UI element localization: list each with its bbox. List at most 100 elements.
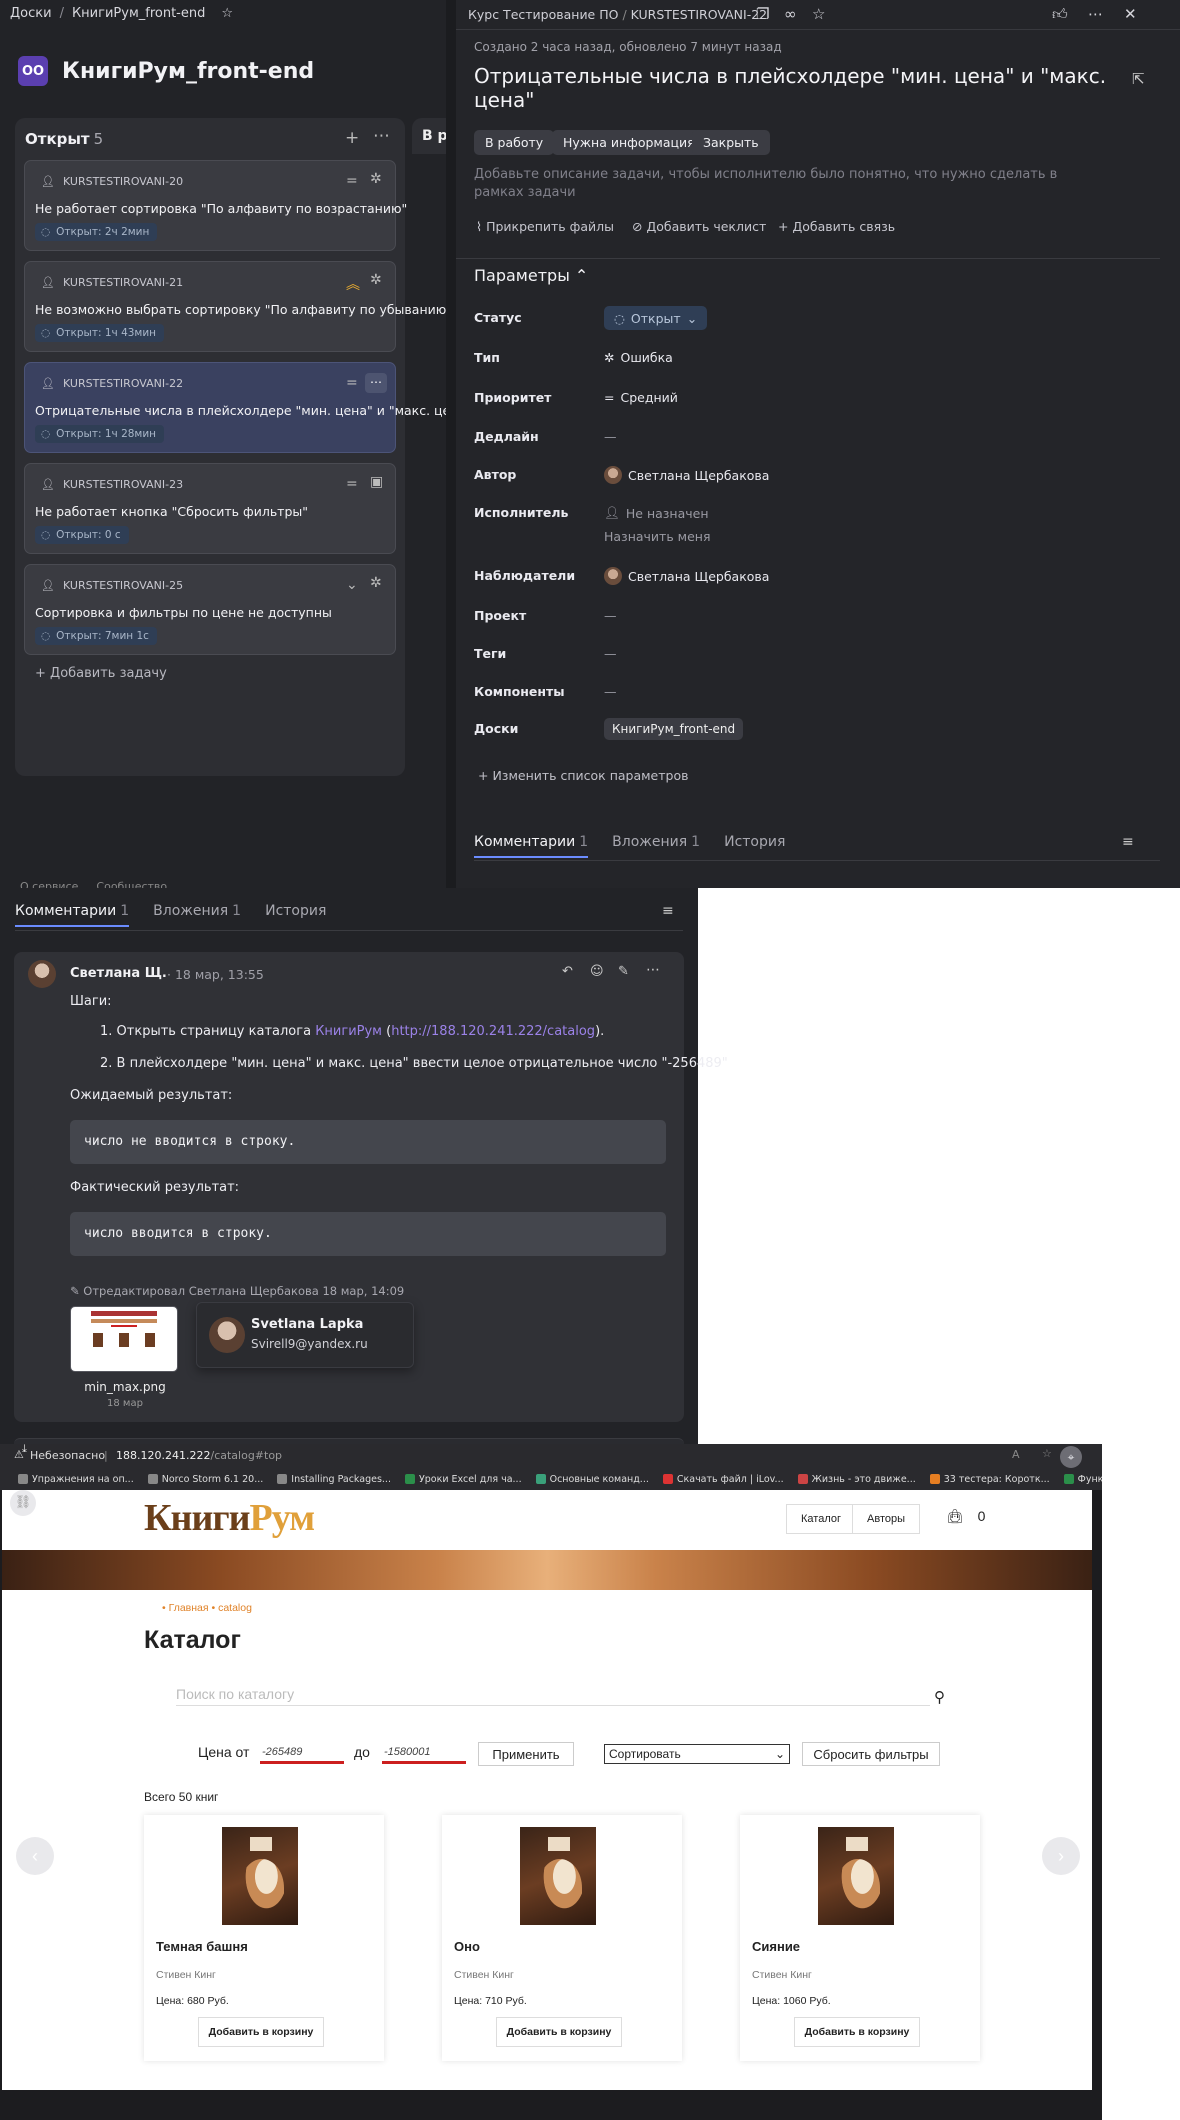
- catalog-link[interactable]: КнигиРум: [315, 1024, 382, 1039]
- bookmark[interactable]: Основные команд...: [535, 1474, 649, 1485]
- crumb-board[interactable]: КнигиРум_front-end: [72, 6, 205, 21]
- add-checklist-button[interactable]: ⊘ Добавить чеклист: [632, 219, 766, 234]
- add-link-button[interactable]: + Добавить связь: [778, 219, 895, 234]
- more-icon[interactable]: ⋯: [1088, 5, 1103, 23]
- more-icon[interactable]: ⋯: [365, 373, 387, 393]
- bookmark[interactable]: 33 тестера: Коротк...: [929, 1474, 1050, 1485]
- priority-value[interactable]: = Средний: [604, 390, 678, 405]
- reply-icon[interactable]: ↶: [562, 964, 573, 979]
- more-icon[interactable]: ⋯: [373, 126, 390, 146]
- add-task-button[interactable]: + Добавить задачу: [35, 666, 167, 681]
- link-icon[interactable]: ∞: [784, 5, 797, 23]
- security-label[interactable]: Небезопасно: [30, 1449, 105, 1462]
- tab-comments[interactable]: Комментарии 1: [15, 903, 130, 927]
- task-card[interactable]: 👤︎ KURSTESTIROVANI-21 ︽ ✲ Не возможно выб…: [24, 261, 452, 352]
- address-bar[interactable]: ⚠ Небезопасно | 188.120.241.222/catalog#…: [0, 1442, 1102, 1468]
- tab-attachments[interactable]: Вложения 1: [153, 903, 241, 927]
- bookmark[interactable]: Функция ВПР в Exc...: [1063, 1474, 1102, 1485]
- reset-filters-button[interactable]: Сбросить фильтры: [802, 1742, 940, 1766]
- assignee-value[interactable]: 👤︎ Не назначен: [604, 505, 709, 521]
- search-input[interactable]: Поиск по каталогу: [176, 1686, 930, 1706]
- edit-params-button[interactable]: + Изменить список параметров: [478, 768, 688, 783]
- user-email[interactable]: Svirell9@yandex.ru: [251, 1337, 368, 1351]
- components-value[interactable]: —: [604, 684, 617, 699]
- copy-icon[interactable]: ❐: [756, 5, 769, 23]
- add-to-cart-button[interactable]: Добавить в корзину: [496, 2017, 622, 2047]
- sort-icon[interactable]: ≡: [1122, 834, 1134, 850]
- to-work-button[interactable]: В работу: [474, 130, 555, 155]
- add-to-cart-button[interactable]: Добавить в корзину: [198, 2017, 324, 2047]
- thumbs-up-icon[interactable]: 👍︎: [1052, 5, 1068, 24]
- screenshot-icon[interactable]: ⌖: [1060, 1446, 1082, 1468]
- url[interactable]: 188.120.241.222/catalog#top: [116, 1449, 282, 1462]
- site-logo[interactable]: КнигиРум: [144, 1496, 315, 1540]
- tab-history[interactable]: История: [265, 903, 326, 927]
- apply-button[interactable]: Применить: [478, 1742, 574, 1766]
- breadcrumb-home[interactable]: Главная: [169, 1602, 209, 1614]
- book-cover[interactable]: [818, 1827, 894, 1925]
- sort-icon[interactable]: ≡: [662, 903, 674, 919]
- attachment-thumbnail[interactable]: [70, 1306, 178, 1372]
- book-card[interactable]: Темная башня Стивен Кинг Цена: 680 Руб. …: [144, 1815, 384, 2061]
- add-to-cart-button[interactable]: Добавить в корзину: [794, 2017, 920, 2047]
- star-icon[interactable]: ☆: [812, 5, 825, 23]
- book-cover[interactable]: [222, 1827, 298, 1925]
- price-to-input[interactable]: -1580001: [382, 1742, 466, 1764]
- tab-history[interactable]: История: [724, 834, 785, 858]
- link-icon[interactable]: ⛓: [10, 1490, 36, 1516]
- comment-author[interactable]: Светлана Щ.: [70, 966, 167, 981]
- nav-authors-button[interactable]: Авторы: [852, 1504, 920, 1534]
- star-icon[interactable]: ☆: [1042, 1447, 1052, 1460]
- book-cover[interactable]: [520, 1827, 596, 1925]
- avatar[interactable]: [28, 960, 56, 988]
- bookmark[interactable]: Уроки Excel для ча...: [404, 1474, 522, 1485]
- task-card[interactable]: 👤︎ KURSTESTIROVANI-25 ⌄ ✲ Сортировка и фи…: [24, 564, 396, 655]
- bookmark[interactable]: Скачать файл | iLov...: [662, 1474, 784, 1485]
- bookmark[interactable]: Жизнь - это движе...: [797, 1474, 916, 1485]
- carousel-prev-button[interactable]: ‹: [16, 1837, 54, 1875]
- read-aloud-icon[interactable]: A: [1012, 1448, 1020, 1461]
- bookmark[interactable]: Norco Storm 6.1 20...: [147, 1474, 263, 1485]
- download-icon[interactable]: ⤓: [22, 1442, 27, 1456]
- issue-key[interactable]: KURSTESTIROVANI-22: [631, 7, 767, 22]
- crumb-boards[interactable]: Доски: [10, 6, 52, 21]
- tab-attachments[interactable]: Вложения 1: [612, 834, 700, 858]
- emoji-icon[interactable]: ☺: [590, 964, 604, 979]
- attach-files-button[interactable]: ⌇ Прикрепить файлы: [476, 219, 614, 234]
- star-icon[interactable]: ☆: [221, 6, 233, 21]
- need-info-button[interactable]: Нужна информация: [552, 130, 706, 155]
- book-title[interactable]: Оно: [454, 1939, 480, 1954]
- task-card[interactable]: 👤︎ KURSTESTIROVANI-20 = ✲ Не работает сор…: [24, 160, 407, 251]
- panel-resize-handle[interactable]: [446, 0, 456, 888]
- more-icon[interactable]: ⋯: [646, 962, 660, 978]
- bookmark[interactable]: Упражнения на оп...: [18, 1474, 134, 1485]
- book-title[interactable]: Сияние: [752, 1939, 800, 1954]
- cart-button[interactable]: 👜︎ 0: [946, 1508, 985, 1525]
- attachment-name[interactable]: min_max.png: [70, 1380, 180, 1394]
- issue-title[interactable]: Отрицательные числа в плейсхолдере "мин.…: [474, 64, 1114, 112]
- assign-me-link[interactable]: Назначить меня: [604, 529, 710, 544]
- description-field[interactable]: Добавьте описание задачи, чтобы исполнит…: [474, 166, 1074, 202]
- project-value[interactable]: —: [604, 608, 617, 623]
- book-card[interactable]: Сияние Стивен Кинг Цена: 1060 Руб. Добав…: [740, 1815, 980, 2061]
- sort-select[interactable]: Сортировать ⌄: [604, 1744, 790, 1764]
- close-icon[interactable]: ✕: [1124, 5, 1137, 23]
- plus-icon[interactable]: +: [345, 128, 359, 148]
- search-icon[interactable]: ⚲: [934, 1688, 945, 1706]
- board-chip[interactable]: КнигиРум_front-end: [604, 718, 744, 740]
- task-card[interactable]: 👤︎ KURSTESTIROVANI-23 = ▣ Не работает кно…: [24, 463, 396, 554]
- tab-comments[interactable]: Комментарии 1: [474, 834, 589, 858]
- params-toggle[interactable]: Параметры ⌃: [474, 266, 588, 285]
- status-dropdown[interactable]: ◌ Открыт ⌄: [604, 306, 708, 330]
- edit-icon[interactable]: ✎: [618, 964, 629, 979]
- book-card[interactable]: Оно Стивен Кинг Цена: 710 Руб. Добавить …: [442, 1815, 682, 2061]
- type-value[interactable]: ✲ Ошибка: [604, 350, 673, 365]
- tags-value[interactable]: —: [604, 646, 617, 661]
- bookmark[interactable]: Installing Packages...: [277, 1474, 391, 1485]
- task-card-selected[interactable]: 👤︎ KURSTESTIROVANI-22 = ⋯ Отрицательные ч…: [24, 362, 472, 453]
- catalog-url-link[interactable]: http://188.120.241.222/catalog: [391, 1024, 595, 1039]
- price-from-input[interactable]: -265489: [260, 1742, 344, 1764]
- open-external-icon[interactable]: ⇱: [1132, 70, 1145, 88]
- close-issue-button[interactable]: Закрыть: [692, 130, 770, 155]
- queue-link[interactable]: Курс Тестирование ПО: [468, 7, 618, 22]
